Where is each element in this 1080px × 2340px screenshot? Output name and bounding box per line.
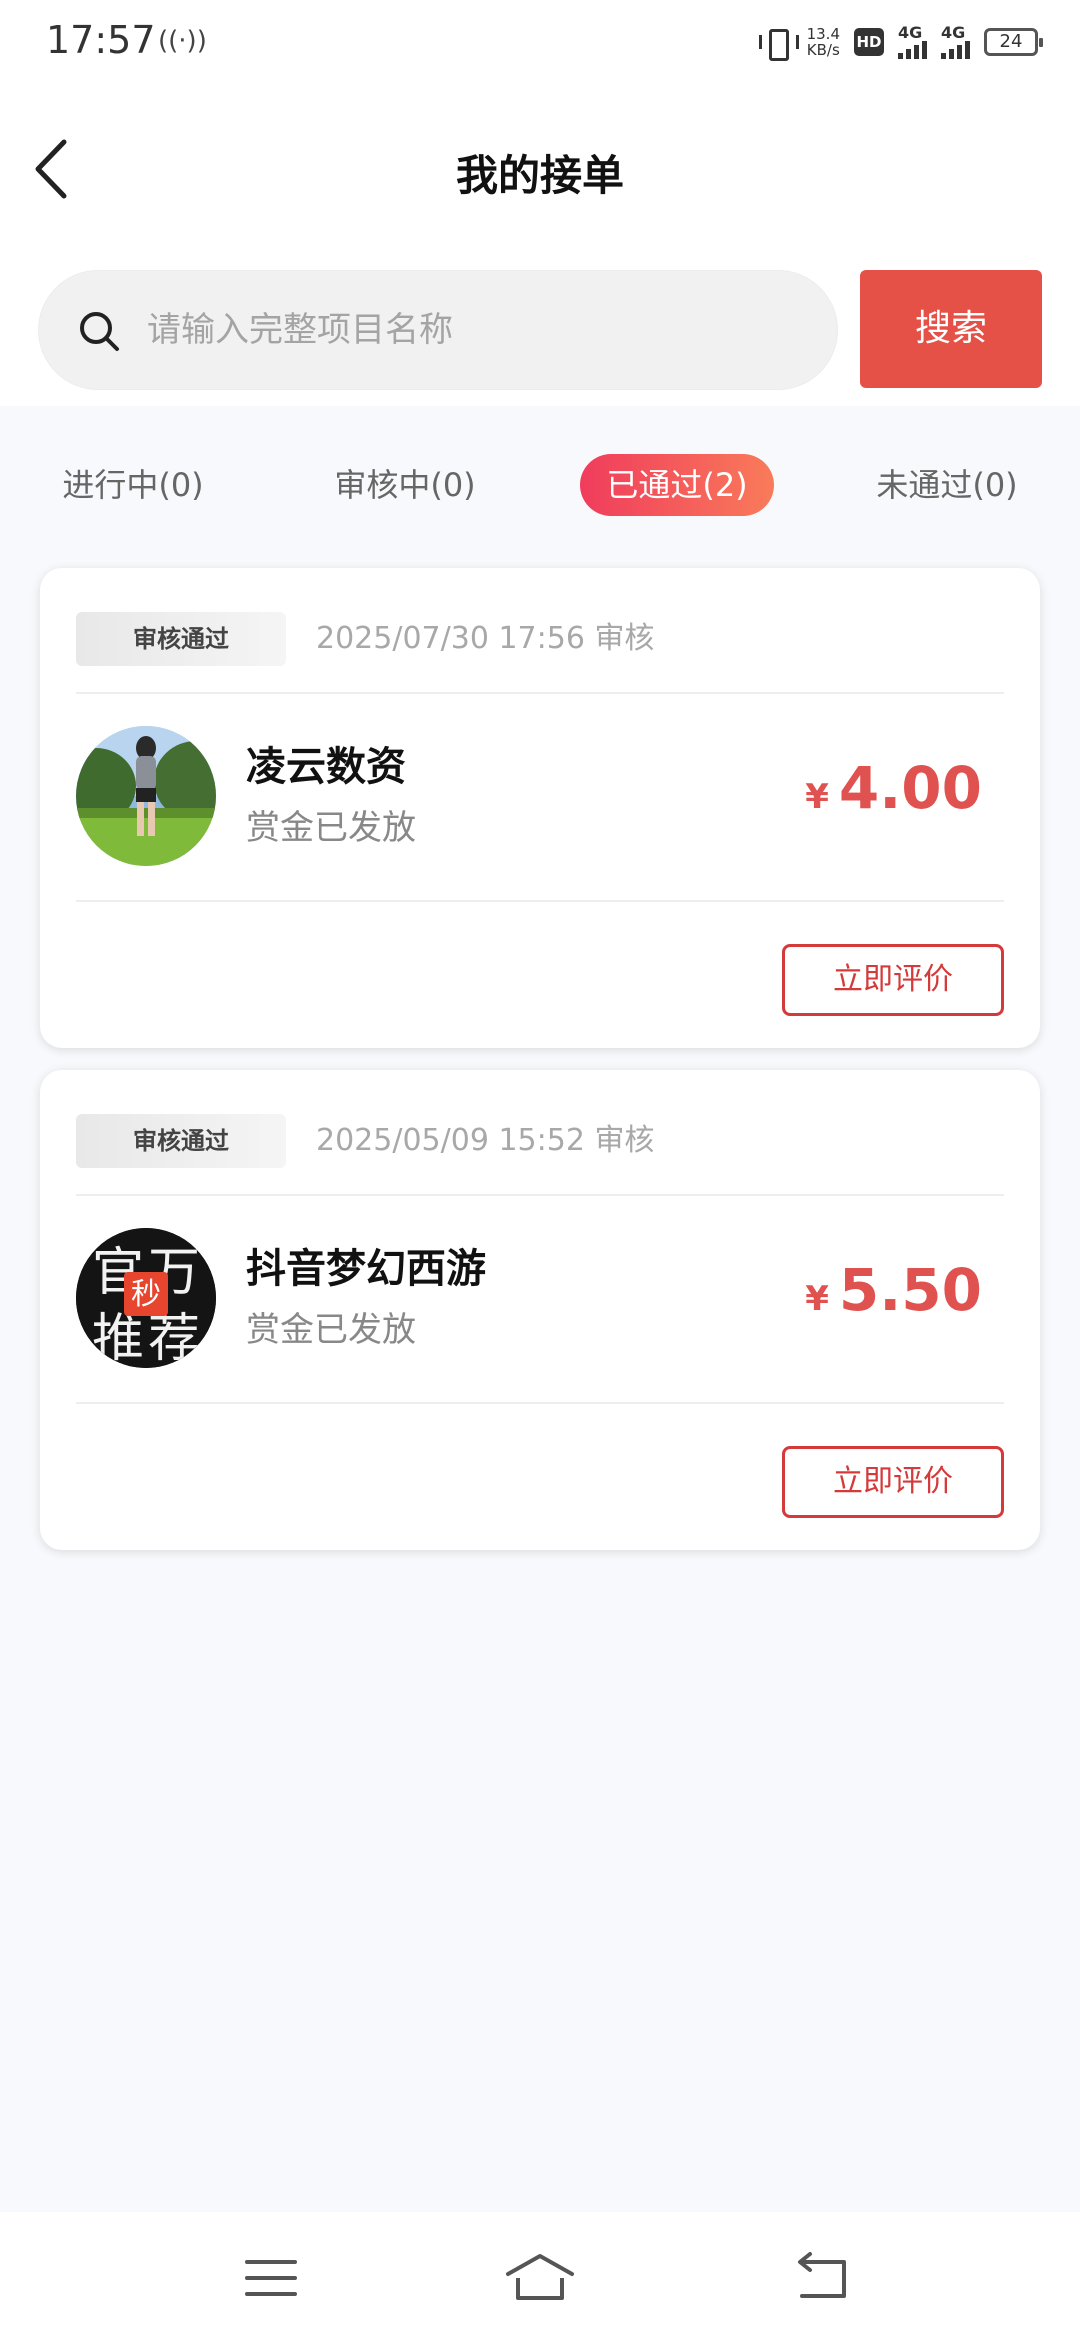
search-button[interactable]: 搜索: [860, 270, 1042, 388]
avatar: [76, 726, 216, 866]
price-amount: 5.50: [838, 1256, 982, 1324]
order-card[interactable]: 审核通过 2025/05/09 15:52 审核 官 万 推 荐 秒 抖音梦幻西…: [40, 1070, 1040, 1550]
status-badge: 审核通过: [76, 612, 286, 666]
status-badge: 审核通过: [76, 1114, 286, 1168]
vibrate-icon: [758, 27, 799, 61]
divider: [76, 900, 1004, 902]
order-card-header: 审核通过 2025/05/09 15:52 审核: [76, 1114, 1004, 1168]
divider: [76, 1402, 1004, 1404]
order-card[interactable]: 审核通过 2025/07/30 17:56 审核 凌云数资 赏金已发放 ¥ 4.…: [40, 568, 1040, 1048]
network-speed: 13.4 KB/s: [807, 26, 840, 58]
project-name: 抖音梦幻西游: [246, 1246, 486, 1292]
system-nav-bar: [0, 2212, 1080, 2340]
status-time: 17:57: [46, 18, 156, 62]
divider: [76, 1194, 1004, 1196]
reward-status: 赏金已发放: [246, 1310, 416, 1350]
tab-rejected[interactable]: 未通过(0): [852, 454, 1042, 516]
signal-icon-sim2: 4G: [941, 25, 970, 59]
nfc-icon: ((·)): [158, 26, 207, 56]
project-name: 凌云数资: [246, 744, 406, 790]
rate-button[interactable]: 立即评价: [782, 1446, 1004, 1518]
signal-label-sim1: 4G: [898, 23, 923, 42]
divider: [76, 692, 1004, 694]
menu-button[interactable]: [231, 2248, 311, 2308]
status-bar: 17:57 ((·)) 13.4 KB/s HD 4G 4G 24: [0, 0, 1080, 84]
menu-icon: [245, 2260, 297, 2296]
status-icons: 13.4 KB/s HD 4G 4G 24: [758, 22, 1043, 62]
search-input[interactable]: [147, 271, 787, 389]
back-nav-button[interactable]: [784, 2248, 864, 2308]
network-speed-value: 13.4: [806, 25, 840, 43]
page-title: 我的接单: [455, 151, 624, 200]
signal-icon-sim1: 4G: [898, 25, 927, 59]
tab-approved[interactable]: 已通过(2): [580, 454, 774, 516]
reward-price: ¥ 4.00: [805, 754, 982, 822]
network-speed-unit: KB/s: [806, 41, 840, 59]
order-card-header: 审核通过 2025/07/30 17:56 审核: [76, 612, 1004, 666]
search-bar: [38, 270, 838, 390]
avatar: 官 万 推 荐 秒: [76, 1228, 216, 1368]
tab-in-progress[interactable]: 进行中(0): [38, 454, 228, 516]
home-icon: [506, 2254, 574, 2300]
avatar-text-bottom-right: 荐: [148, 1309, 200, 1368]
review-time: 2025/07/30 17:56 审核: [316, 621, 655, 656]
home-button[interactable]: [500, 2248, 580, 2308]
search-icon: [80, 312, 119, 351]
avatar-text-bottom-left: 推: [92, 1309, 144, 1368]
avatar-badge-text: 秒: [131, 1277, 161, 1312]
review-time: 2025/05/09 15:52 审核: [316, 1123, 655, 1158]
avatar-logo: 官 万 推 荐 秒: [76, 1228, 216, 1368]
currency-symbol: ¥: [805, 777, 829, 817]
reward-price: ¥ 5.50: [805, 1256, 982, 1324]
tab-under-review[interactable]: 审核中(0): [310, 454, 500, 516]
reward-status: 赏金已发放: [246, 808, 416, 848]
battery-icon: 24: [984, 28, 1043, 56]
price-amount: 4.00: [838, 754, 982, 822]
status-tabs: 进行中(0) 审核中(0) 已通过(2) 未通过(0): [0, 436, 1080, 536]
avatar-photo: [76, 726, 216, 866]
signal-label-sim2: 4G: [941, 23, 966, 42]
currency-symbol: ¥: [805, 1279, 829, 1319]
back-nav-icon: [798, 2252, 846, 2298]
page-header: 我的接单 搜索: [0, 84, 1080, 406]
hd-icon: HD: [854, 28, 884, 56]
rate-button[interactable]: 立即评价: [782, 944, 1004, 1016]
